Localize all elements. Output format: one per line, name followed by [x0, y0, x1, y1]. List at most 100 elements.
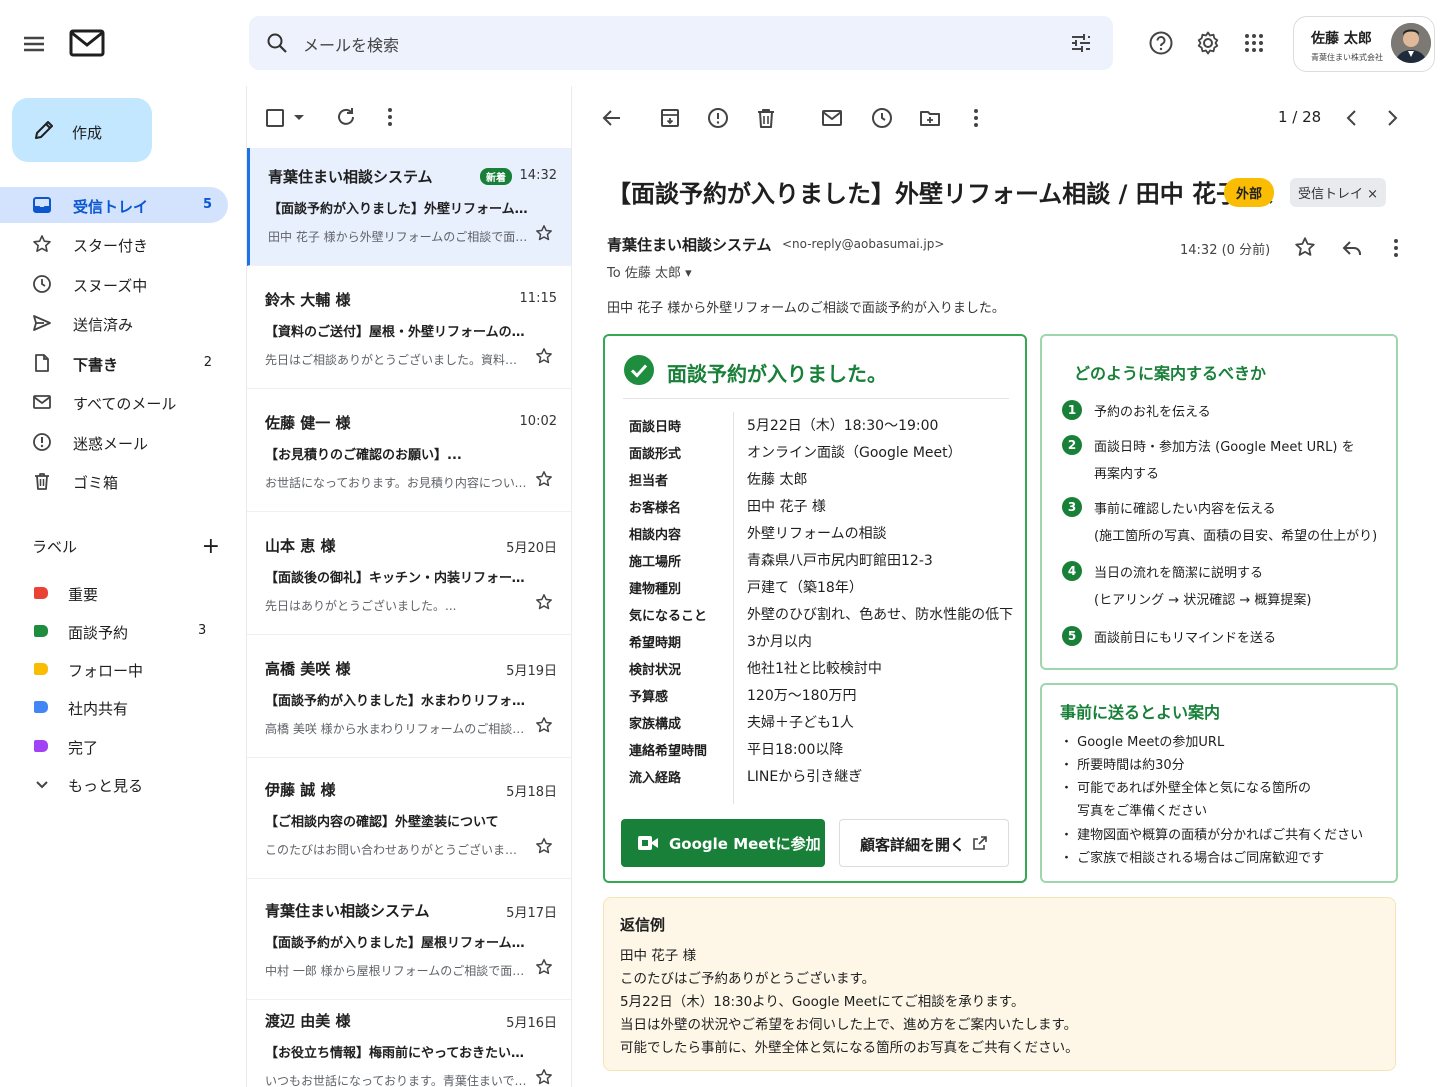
detail-row: 担当者 佐藤 太郎 — [629, 466, 1009, 493]
detail-key: 検討状況 — [629, 663, 682, 678]
guidance-title: どのように案内するべきか — [1074, 364, 1267, 383]
report-spam-icon[interactable] — [706, 106, 730, 130]
snooze-clock-icon[interactable] — [870, 106, 894, 130]
archive-icon[interactable] — [658, 106, 682, 130]
reply-icon[interactable] — [1340, 236, 1364, 260]
sidebar-item-spam[interactable]: 迷惑メール — [0, 424, 228, 460]
compose-button[interactable]: 作成 — [12, 98, 152, 162]
mail-logo-icon[interactable] — [68, 26, 106, 60]
more-vert-icon[interactable] — [964, 106, 988, 130]
sidebar-item-snoozed[interactable]: スヌーズ中 — [0, 266, 228, 302]
detail-row: 面談日時 5月22日（木）18:30〜19:00 — [629, 412, 1009, 439]
add-label-icon[interactable]: + — [202, 534, 220, 559]
label-shared[interactable]: 社内共有 — [0, 691, 228, 723]
sidebar-item-sent[interactable]: 送信済み — [0, 305, 228, 341]
label-follow[interactable]: フォロー中 — [0, 653, 228, 685]
star-icon[interactable] — [535, 593, 553, 611]
label-interview[interactable]: 面談予約 3 — [0, 615, 228, 647]
help-icon[interactable] — [1147, 29, 1175, 57]
more-vert-icon[interactable] — [1384, 236, 1408, 260]
inbox-label-chip[interactable]: 受信トレイ × — [1290, 178, 1387, 207]
list-item[interactable]: 青葉住まい相談システム 新着 14:32 【面談予約が入りました】外壁リフォーム… — [247, 148, 571, 266]
list-item[interactable]: 佐藤 健一 様 10:02 【お見積りのご確認のお願い】... お世話になってお… — [247, 394, 571, 512]
step-subtext: 再案内する — [1094, 467, 1160, 482]
star-icon[interactable] — [535, 958, 553, 976]
mark-unread-mail-icon[interactable] — [820, 106, 844, 130]
chevron-right-icon[interactable] — [1380, 106, 1404, 130]
sidebar-item-drafts[interactable]: 下書き 2 — [0, 345, 228, 381]
external-badge: 外部 — [1224, 178, 1275, 207]
chevron-left-icon[interactable] — [1340, 106, 1364, 130]
list-item[interactable]: 山本 恵 様 5月20日 【面談後の御礼】キッチン・内装リフォームについて 先日… — [247, 517, 571, 635]
back-arrow-icon[interactable] — [600, 106, 624, 130]
menu-icon[interactable] — [20, 30, 48, 58]
avatar[interactable] — [1391, 23, 1431, 63]
label-name: 重要 — [68, 586, 99, 604]
search-bar[interactable]: メールを検索 — [249, 16, 1113, 70]
detail-value: 佐藤 太郎 — [747, 472, 808, 488]
star-icon[interactable] — [535, 470, 553, 488]
mail-subject: 【面談予約が入りました】水まわりリフォーム相談 — [265, 694, 535, 709]
compose-label: 作成 — [72, 124, 103, 142]
account-switcher[interactable]: 佐藤 太郎 青葉住まい株式会社 — [1293, 16, 1435, 72]
label-count: 3 — [198, 623, 207, 638]
sidebar-item-label: スター付き — [73, 237, 149, 255]
more-vert-icon[interactable] — [381, 106, 399, 128]
step-number: 5 — [1062, 626, 1082, 646]
mail-icon — [32, 392, 52, 412]
star-icon[interactable] — [1294, 236, 1316, 258]
sidebar-item-label: 受信トレイ — [73, 198, 149, 216]
move-to-folder-icon[interactable] — [918, 106, 942, 130]
unread-count: 5 — [202, 197, 212, 212]
list-item[interactable]: 高橋 美咲 様 5月19日 【面談予約が入りました】水まわりリフォーム相談 高橋… — [247, 640, 571, 758]
list-item[interactable]: 青葉住まい相談システム 5月17日 【面談予約が入りました】屋根リフォーム相談 … — [247, 882, 571, 1000]
advance-info-item: ・ 所要時間は約30分 — [1060, 758, 1185, 773]
advance-info-card: 事前に送るとよい案内 ・ Google Meetの参加URL ・ 所要時間は約3… — [1040, 683, 1398, 883]
sidebar-item-all-mail[interactable]: すべてのメール — [0, 384, 228, 420]
star-icon[interactable] — [535, 347, 553, 365]
select-all-checkbox[interactable] — [265, 108, 285, 128]
step-number: 2 — [1062, 435, 1082, 455]
reply-line: 田中 花子 様 — [620, 948, 697, 964]
recipient-details[interactable]: To 佐藤 太郎 ▾ — [607, 262, 692, 281]
sidebar-item-label: 迷惑メール — [73, 435, 149, 453]
star-icon[interactable] — [535, 224, 553, 242]
settings-gear-icon[interactable] — [1194, 29, 1222, 57]
mail-snippet: いつもお世話になっております。青葉住まいです。 — [265, 1074, 527, 1087]
label-important[interactable]: 重要 — [0, 577, 228, 609]
star-icon[interactable] — [535, 1068, 553, 1086]
search-icon[interactable] — [265, 31, 289, 55]
mail-snippet: 高橋 美咲 様から水まわりリフォームのご相談で面談予約が入りました。 — [265, 722, 527, 736]
mail-time: 5月18日 — [506, 785, 557, 800]
refresh-icon[interactable] — [335, 106, 357, 128]
mail-time: 5月17日 — [506, 906, 557, 921]
sidebar-item-trash[interactable]: ゴミ箱 — [0, 463, 228, 499]
star-icon[interactable] — [535, 837, 553, 855]
sender-name[interactable]: 青葉住まい相談システム — [607, 234, 772, 255]
list-item[interactable]: 伊藤 誠 様 5月18日 【ご相談内容の確認】外壁塗装について このたびはお問い… — [247, 761, 571, 879]
detail-row: 検討状況 他社1社と比較検討中 — [629, 655, 1009, 682]
list-item[interactable]: 渡辺 由美 様 5月16日 【お役立ち情報】梅雨前にやっておきたい住まいの点検 … — [247, 992, 571, 1087]
more-label: もっと見る — [68, 777, 144, 795]
detail-value: LINEから引き継ぎ — [747, 769, 863, 785]
step-text: 面談日時・参加方法 (Google Meet URL) を — [1094, 440, 1355, 455]
more-labels[interactable]: もっと見る — [0, 768, 228, 800]
reply-line: 当日は外壁の状況やご希望をお伺いした上で、進め方をご案内いたします。 — [620, 1017, 1078, 1033]
sidebar-item-starred[interactable]: スター付き — [0, 226, 228, 262]
apps-grid-icon[interactable] — [1240, 29, 1268, 57]
label-tag-icon — [34, 625, 48, 637]
detail-value: 他社1社と比較検討中 — [747, 661, 882, 677]
select-dropdown-icon[interactable] — [293, 114, 305, 122]
open-customer-button[interactable]: 顧客詳細を開く — [839, 819, 1009, 867]
detail-key: お客様名 — [629, 501, 682, 516]
star-icon[interactable] — [535, 716, 553, 734]
reply-line: 5月22日（木）18:30より、Google Meetにてご相談を承ります。 — [620, 994, 1025, 1010]
list-item[interactable]: 鈴木 大輔 様 11:15 【資料のご送付】屋根・外壁リフォームのご案内 先日は… — [247, 271, 571, 389]
search-options-icon[interactable] — [1069, 31, 1093, 55]
sidebar-item-inbox[interactable]: 受信トレイ 5 — [0, 187, 228, 223]
delete-trash-icon[interactable] — [754, 106, 778, 130]
label-done[interactable]: 完了 — [0, 730, 228, 762]
mail-time: 5月20日 — [506, 541, 557, 556]
join-meet-button[interactable]: Google Meetに参加 — [621, 819, 825, 867]
search-input[interactable]: メールを検索 — [303, 32, 399, 56]
